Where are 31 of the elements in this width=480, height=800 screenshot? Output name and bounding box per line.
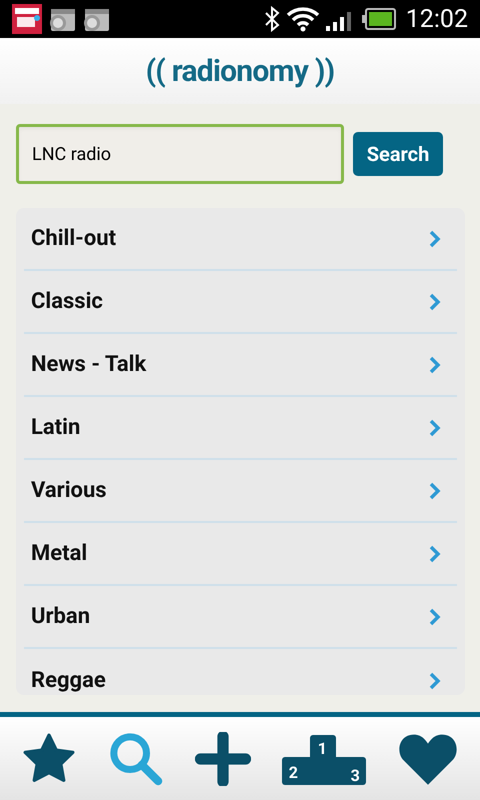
podium-label: 3 (350, 768, 360, 784)
heart-icon[interactable] (396, 732, 459, 786)
chevron-right-icon (429, 608, 441, 626)
chevron-right-icon (429, 292, 441, 310)
radionomy-logo: (( radionomy )) (146, 52, 334, 90)
status-time: 12:02 (406, 6, 468, 32)
genre-item[interactable]: Reggae (24, 649, 457, 695)
genre-item[interactable]: Urban (24, 586, 457, 649)
podium-label: 1 (318, 740, 327, 756)
genre-item[interactable]: Various (24, 460, 457, 523)
genre-item[interactable]: Latin (24, 397, 457, 460)
bluetooth-icon (264, 6, 280, 32)
chevron-right-icon (429, 230, 441, 248)
chevron-right-icon (429, 672, 441, 690)
genre-item[interactable]: News - Talk (24, 334, 457, 397)
wifi-icon (286, 6, 320, 32)
genre-item[interactable]: Chill-out (24, 208, 457, 271)
genre-item[interactable]: Metal (24, 523, 457, 586)
search-button[interactable]: Search (353, 132, 443, 176)
chevron-right-icon (429, 482, 441, 500)
chevron-right-icon (429, 544, 441, 562)
battery-icon (362, 8, 396, 30)
chevron-right-icon (429, 418, 441, 436)
newspaper-app-icon (12, 4, 42, 34)
plus-icon[interactable] (194, 732, 251, 786)
search-field[interactable]: LNC radio (16, 124, 344, 184)
chevron-right-icon (429, 356, 441, 374)
star-icon[interactable] (21, 732, 78, 784)
podium-label: 2 (288, 764, 298, 780)
search-icon[interactable] (108, 730, 164, 786)
genre-item[interactable]: Classic (24, 271, 457, 334)
